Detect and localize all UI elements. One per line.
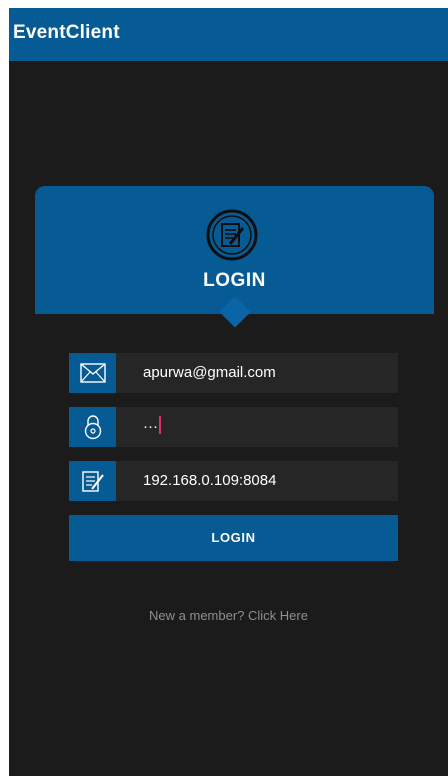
login-title: LOGIN: [203, 270, 266, 291]
notepad-pencil-icon: [206, 209, 258, 261]
app-screen: EventClient LOGIN apurwa@gmail.com ··· 1…: [9, 8, 448, 776]
server-address-field[interactable]: 192.168.0.109:8084: [69, 461, 398, 501]
email-field[interactable]: apurwa@gmail.com: [69, 353, 398, 393]
app-bar: EventClient: [9, 8, 448, 61]
password-field[interactable]: ···: [69, 407, 398, 447]
login-button[interactable]: LOGIN: [69, 515, 398, 561]
lock-icon: [84, 415, 101, 440]
notepad-pencil-icon: [81, 471, 104, 492]
envelope-icon: [79, 363, 106, 383]
text-caret: [159, 416, 161, 435]
app-title: EventClient: [13, 22, 120, 43]
email-value: apurwa@gmail.com: [143, 364, 276, 381]
password-value: ···: [143, 407, 161, 447]
server-field-icon-box: [69, 461, 116, 501]
login-header-card: LOGIN: [35, 186, 434, 314]
register-link[interactable]: New a member? Click Here: [9, 608, 448, 623]
password-mask: ···: [143, 418, 158, 435]
email-field-icon-box: [69, 353, 116, 393]
password-field-icon-box: [69, 407, 116, 447]
server-address-value: 192.168.0.109:8084: [143, 472, 277, 489]
